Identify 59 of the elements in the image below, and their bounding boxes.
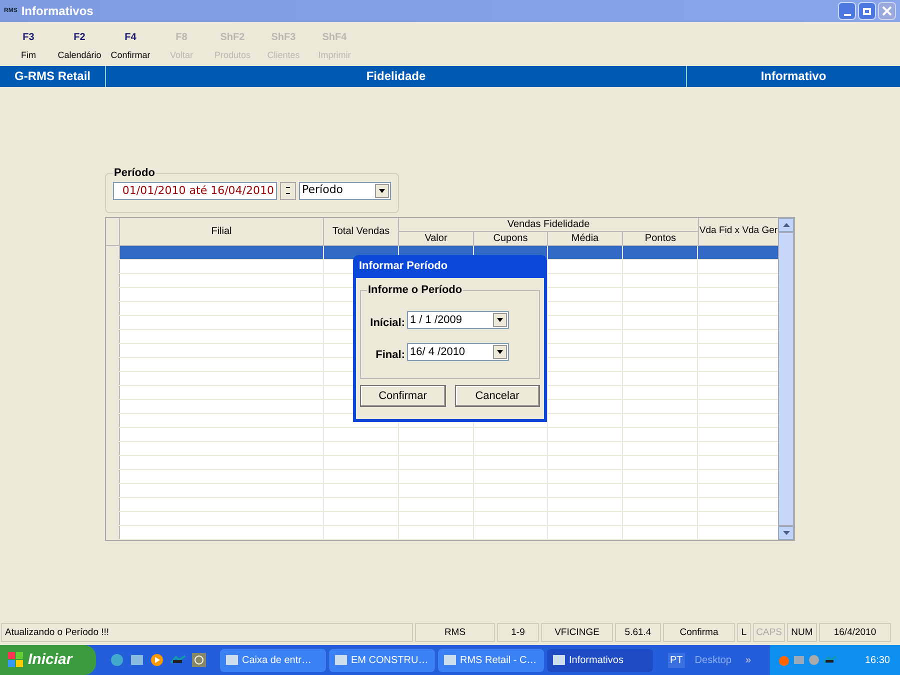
column-header: Total Vendas [324,218,399,245]
restore-button[interactable] [858,2,876,20]
clock-label: 16:30 [864,654,890,668]
taskbar-button[interactable]: EM CONSTRU… [329,648,435,672]
status-panel: 5.61.4 [615,623,661,642]
column-header: Filial [120,218,324,245]
close-icon [882,6,892,16]
desktop-toolbar-label[interactable]: Desktop [694,652,732,668]
toolbar-button[interactable]: F2 Calendário [54,30,105,62]
header-label: Fidelidade [106,66,687,87]
period-legend: Período [113,165,156,182]
toolbar-button[interactable]: F4 Confirmar [105,30,156,62]
status-panel: L [737,623,751,642]
header-label: G-RMS Retail [0,66,106,87]
table-row[interactable] [106,246,778,260]
date-range-field[interactable]: 01/01/2010 até 16/04/2010 [113,182,277,200]
period-mode-dropdown[interactable]: Período [299,182,391,200]
status-panel: NUM [787,623,817,642]
media-player-icon[interactable] [150,653,164,667]
toolbar-chevron[interactable]: » [745,652,752,668]
dialog-title: Informar Período [358,259,449,274]
close-button[interactable] [878,2,896,20]
status-panel: 16/4/2010 [819,623,891,642]
taskbar-button[interactable]: Caixa de entr… [220,648,326,672]
down-arrow-icon [782,531,790,535]
up-arrow-icon [782,223,790,227]
column-header: Cupons [474,232,548,245]
status-panel: Confirma [663,623,735,642]
start-button[interactable]: Iniciar [0,645,96,675]
column-group-header: Vendas Fidelidade [399,218,698,232]
scroll-up-button[interactable] [778,218,794,232]
scroll-down-button[interactable] [778,526,794,540]
spin-button[interactable] [280,182,296,200]
minimize-button[interactable] [838,2,856,20]
toolbar-button[interactable]: F3 Fim [3,30,54,62]
app-icon [170,654,186,666]
status-panel: 1-9 [497,623,539,642]
status-panel: VFICINGE [541,623,613,642]
app-icon [823,655,837,665]
column-header: Média [548,232,623,245]
column-header: Pontos [644,232,678,245]
field-label: Final: [374,348,406,363]
status-panel: RMS [415,623,495,642]
taskbar-button[interactable]: Informativos [547,648,653,672]
window-title: Informativos [21,3,94,20]
windows-logo-icon [8,652,24,668]
field-label: Inícial: [369,316,406,330]
status-panel: Atualizando o Período !!! [1,623,413,642]
header-label: Informativo [760,68,828,85]
date-picker-field[interactable]: 16/ 4 /2010 [407,343,509,362]
dialog-button[interactable]: Cancelar [454,385,540,407]
date-picker-field[interactable]: 1 / 1 /2009 [407,310,509,329]
column-header: Vda Fid x Vda Ger [699,224,778,238]
group-legend: Informe o Período [367,282,464,298]
language-indicator[interactable]: PT [668,652,685,668]
taskbar-button[interactable]: RMS Retail - C… [438,648,544,672]
dialog-button[interactable]: Confirmar [360,385,446,407]
status-panel: CAPS [753,623,785,642]
column-header: Valor [399,232,474,245]
